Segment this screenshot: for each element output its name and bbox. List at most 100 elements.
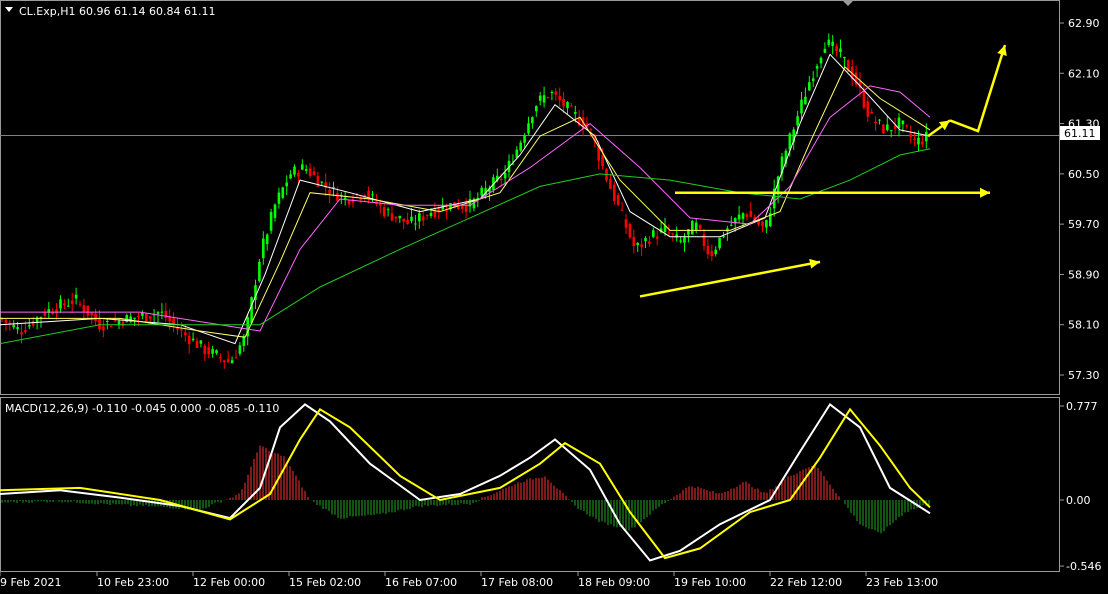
- candle-body: [640, 244, 643, 247]
- candle-body: [866, 101, 870, 117]
- y-tick-label: 62.10: [1068, 67, 1100, 80]
- candle-body: [718, 237, 721, 249]
- candle-body: [691, 220, 694, 235]
- candle-body: [710, 250, 714, 257]
- candle-body: [207, 347, 210, 355]
- candle-body: [679, 240, 682, 242]
- candle-body: [320, 181, 324, 183]
- candle-body: [187, 335, 191, 345]
- macd-header: MACD(12,26,9) -0.110 -0.045 0.000 -0.085…: [5, 402, 279, 415]
- candle-body: [808, 82, 811, 91]
- candle-body: [741, 213, 745, 219]
- candle-body: [78, 303, 82, 305]
- candle-body: [328, 189, 331, 194]
- candle-body: [620, 209, 624, 211]
- candle-body: [480, 187, 483, 196]
- candle-body: [137, 315, 140, 318]
- candle-body: [90, 312, 93, 316]
- candle-body: [464, 204, 468, 212]
- candle-body: [379, 203, 382, 206]
- candle-body: [921, 141, 924, 145]
- candle-body: [211, 349, 214, 354]
- y-tick-label: 62.90: [1068, 17, 1100, 30]
- candle-body: [616, 194, 620, 205]
- candle-body: [86, 305, 90, 316]
- candle-body: [901, 120, 905, 125]
- candle-body: [823, 48, 827, 53]
- candle-body: [546, 97, 550, 99]
- candle-body: [148, 316, 152, 319]
- candle-body: [312, 171, 316, 175]
- candle-body: [613, 184, 616, 202]
- candle-body: [730, 224, 733, 226]
- current-price-label: 61.11: [1064, 127, 1096, 140]
- candle-body: [164, 310, 168, 319]
- candle-body: [421, 216, 425, 221]
- candle-body: [250, 297, 253, 324]
- candle-body: [917, 137, 920, 145]
- candle-body: [24, 330, 27, 333]
- candle-body: [632, 237, 636, 247]
- candle-body: [761, 221, 764, 227]
- candle-body: [425, 215, 429, 217]
- candle-body: [562, 98, 565, 107]
- candle-body: [184, 332, 187, 335]
- candle-body: [304, 169, 308, 171]
- y-tick-label: 58.10: [1068, 319, 1100, 332]
- candle-body: [905, 125, 909, 127]
- candle-body: [191, 338, 195, 341]
- candle-body: [503, 172, 507, 179]
- candle-body: [258, 261, 261, 282]
- candle-body: [574, 112, 577, 114]
- candle-body: [281, 187, 285, 198]
- candle-body: [882, 124, 885, 134]
- candle-body: [371, 194, 374, 196]
- candle-body: [55, 309, 58, 314]
- candle-body: [648, 241, 651, 244]
- candle-body: [382, 207, 386, 217]
- y-tick-label: 57.30: [1068, 369, 1100, 382]
- main-header: CL.Exp,H1 60.96 61.14 60.84 61.11: [19, 5, 215, 18]
- candle-body: [293, 166, 296, 175]
- candle-body: [913, 138, 916, 141]
- candle-body: [156, 312, 160, 314]
- candle-body: [788, 133, 792, 150]
- candle-body: [554, 91, 558, 95]
- candle-body: [94, 314, 97, 321]
- candle-body: [262, 238, 265, 259]
- candle-body: [12, 324, 15, 328]
- candle-body: [671, 233, 675, 235]
- candle-body: [745, 214, 749, 218]
- candle-body: [531, 117, 534, 124]
- candle-body: [59, 299, 62, 309]
- candle-body: [765, 219, 768, 228]
- candle-body: [601, 155, 604, 167]
- trading-chart[interactable]: 62.9062.1061.3060.5059.7058.9058.1057.30…: [0, 0, 1108, 594]
- x-tick-label: 23 Feb 13:00: [866, 576, 938, 589]
- candle-body: [628, 224, 632, 238]
- candle-body: [550, 92, 554, 94]
- candle-body: [538, 95, 542, 101]
- candle-body: [542, 95, 546, 103]
- candle-body: [406, 219, 409, 224]
- candle-body: [589, 129, 593, 131]
- candle-body: [109, 326, 113, 328]
- candle-body: [67, 305, 70, 307]
- candle-body: [199, 340, 203, 344]
- candle-body: [714, 249, 717, 255]
- candle-body: [694, 222, 698, 231]
- candle-body: [800, 99, 803, 114]
- y-tick-label: 58.90: [1068, 268, 1100, 281]
- candle-body: [343, 197, 347, 199]
- candle-body: [28, 325, 31, 327]
- candle-body: [398, 215, 402, 219]
- candle-body: [43, 312, 47, 316]
- candle-body: [113, 320, 117, 322]
- candle-body: [698, 225, 702, 229]
- candle-body: [70, 300, 74, 304]
- candle-body: [445, 210, 448, 212]
- candle-body: [141, 312, 144, 316]
- candle-body: [390, 213, 394, 221]
- y-tick-label: 59.70: [1068, 218, 1100, 231]
- candle-body: [624, 219, 628, 228]
